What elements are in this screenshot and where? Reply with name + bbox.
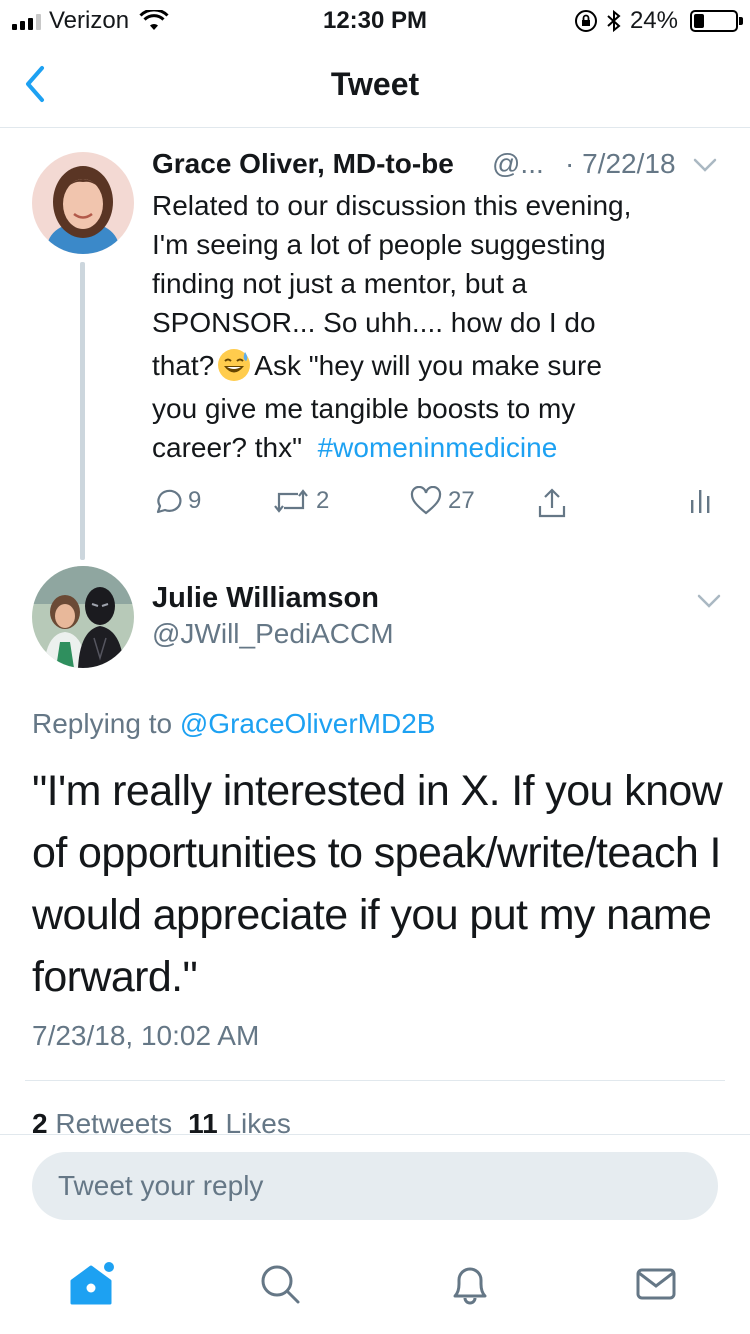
- hashtag-link[interactable]: #womeninmedicine: [318, 432, 558, 463]
- back-button[interactable]: [20, 62, 60, 106]
- tab-notifications[interactable]: [440, 1254, 500, 1314]
- home-icon: [70, 1262, 114, 1305]
- bluetooth-icon: [607, 9, 621, 33]
- tweet-text-segment: that?: [152, 350, 215, 381]
- replying-to-label: Replying to: [32, 708, 173, 739]
- mail-icon: [636, 1268, 676, 1300]
- tweet-header: Grace Oliver, MD-to-be @... · 7/22/18: [152, 148, 732, 184]
- avatar-julie-williamson[interactable]: [32, 566, 134, 668]
- reply-author-name[interactable]: Julie Williamson: [152, 582, 379, 615]
- share-button[interactable]: [536, 486, 568, 520]
- tweet-text-segment: Ask "hey will you make sure: [254, 350, 602, 381]
- tweet-actions: 9 2 27: [152, 486, 722, 526]
- reply-author-handle[interactable]: @JWill_PediACCM: [152, 618, 394, 650]
- page-title: Tweet: [330, 66, 420, 102]
- reply-icon: [156, 489, 182, 514]
- analytics-button[interactable]: [688, 486, 714, 516]
- tweet-date[interactable]: · 7/22/18: [565, 148, 676, 180]
- like-count: 27: [448, 487, 475, 514]
- avatar-grace-oliver[interactable]: [32, 152, 134, 254]
- reply-text-line: forward.": [32, 953, 198, 1001]
- chevron-down-icon[interactable]: [696, 590, 722, 612]
- replying-to: Replying to @GraceOliverMD2B: [32, 708, 435, 740]
- tweet-text-line: I'm seeing a lot of people suggesting: [152, 229, 606, 260]
- search-icon: [261, 1265, 300, 1304]
- tweet-text-line: finding not just a mentor, but a: [152, 268, 528, 299]
- tweet-text-line: career? thx" #womeninmedicine: [152, 428, 712, 467]
- status-bar: Verizon 12:30 PM 24%: [0, 0, 750, 40]
- retweet-button[interactable]: 2: [272, 486, 329, 516]
- battery-fill: [694, 14, 704, 28]
- tweet-text-line: SPONSOR... So uhh.... how do I do: [152, 307, 596, 338]
- chevron-left-icon: [26, 66, 44, 102]
- battery-percent: 24%: [629, 7, 678, 34]
- tweet-text-line: Related to our discussion this evening,: [152, 190, 632, 221]
- reply-text-line: would appreciate if you put my name: [32, 891, 712, 939]
- tweet-text-segment: career? thx": [152, 432, 303, 463]
- tweet-text-line: you give me tangible boosts to my: [152, 393, 576, 424]
- tweet-text: Related to our discussion this evening, …: [152, 186, 712, 467]
- retweet-icon: [274, 489, 308, 513]
- divider: [25, 1080, 725, 1081]
- reply-timestamp: 7/23/18, 10:02 AM: [32, 1020, 260, 1051]
- tab-messages[interactable]: [626, 1254, 686, 1314]
- reply-button[interactable]: 9: [152, 486, 201, 516]
- reply-text-line: of opportunities to speak/write/teach I: [32, 829, 722, 877]
- status-right: 24%: [574, 7, 743, 35]
- tab-home[interactable]: [62, 1254, 122, 1314]
- tweet-text-line: that? Ask "hey will you make sure: [152, 342, 712, 389]
- thread-line: [80, 262, 85, 560]
- grinning-face-with-sweat-icon: [218, 348, 251, 381]
- analytics-icon: [691, 490, 710, 513]
- share-icon: [538, 488, 566, 518]
- orientation-lock-icon: [574, 10, 597, 32]
- reply-text-line: "I'm really interested in X. If you know: [32, 767, 723, 815]
- chevron-down-icon[interactable]: [692, 154, 718, 176]
- reply-input[interactable]: [32, 1152, 718, 1220]
- profile-photo-icon: [32, 152, 134, 254]
- retweet-count: 2: [316, 487, 330, 514]
- tab-search[interactable]: [250, 1254, 310, 1314]
- battery-icon: [690, 10, 743, 32]
- author-name[interactable]: Grace Oliver, MD-to-be: [152, 148, 454, 180]
- nav-bar: Tweet: [0, 40, 750, 128]
- reply-count: 9: [188, 487, 202, 514]
- heart-icon: [410, 486, 442, 515]
- like-button[interactable]: 27: [410, 486, 475, 516]
- reply-tweet-text: "I'm really interested in X. If you know…: [32, 760, 723, 1008]
- replying-to-mention[interactable]: @GraceOliverMD2B: [180, 708, 436, 739]
- profile-photo-icon: [32, 566, 134, 668]
- bell-icon: [453, 1267, 487, 1305]
- author-handle[interactable]: @...: [492, 148, 544, 180]
- tab-bar: [0, 1234, 750, 1334]
